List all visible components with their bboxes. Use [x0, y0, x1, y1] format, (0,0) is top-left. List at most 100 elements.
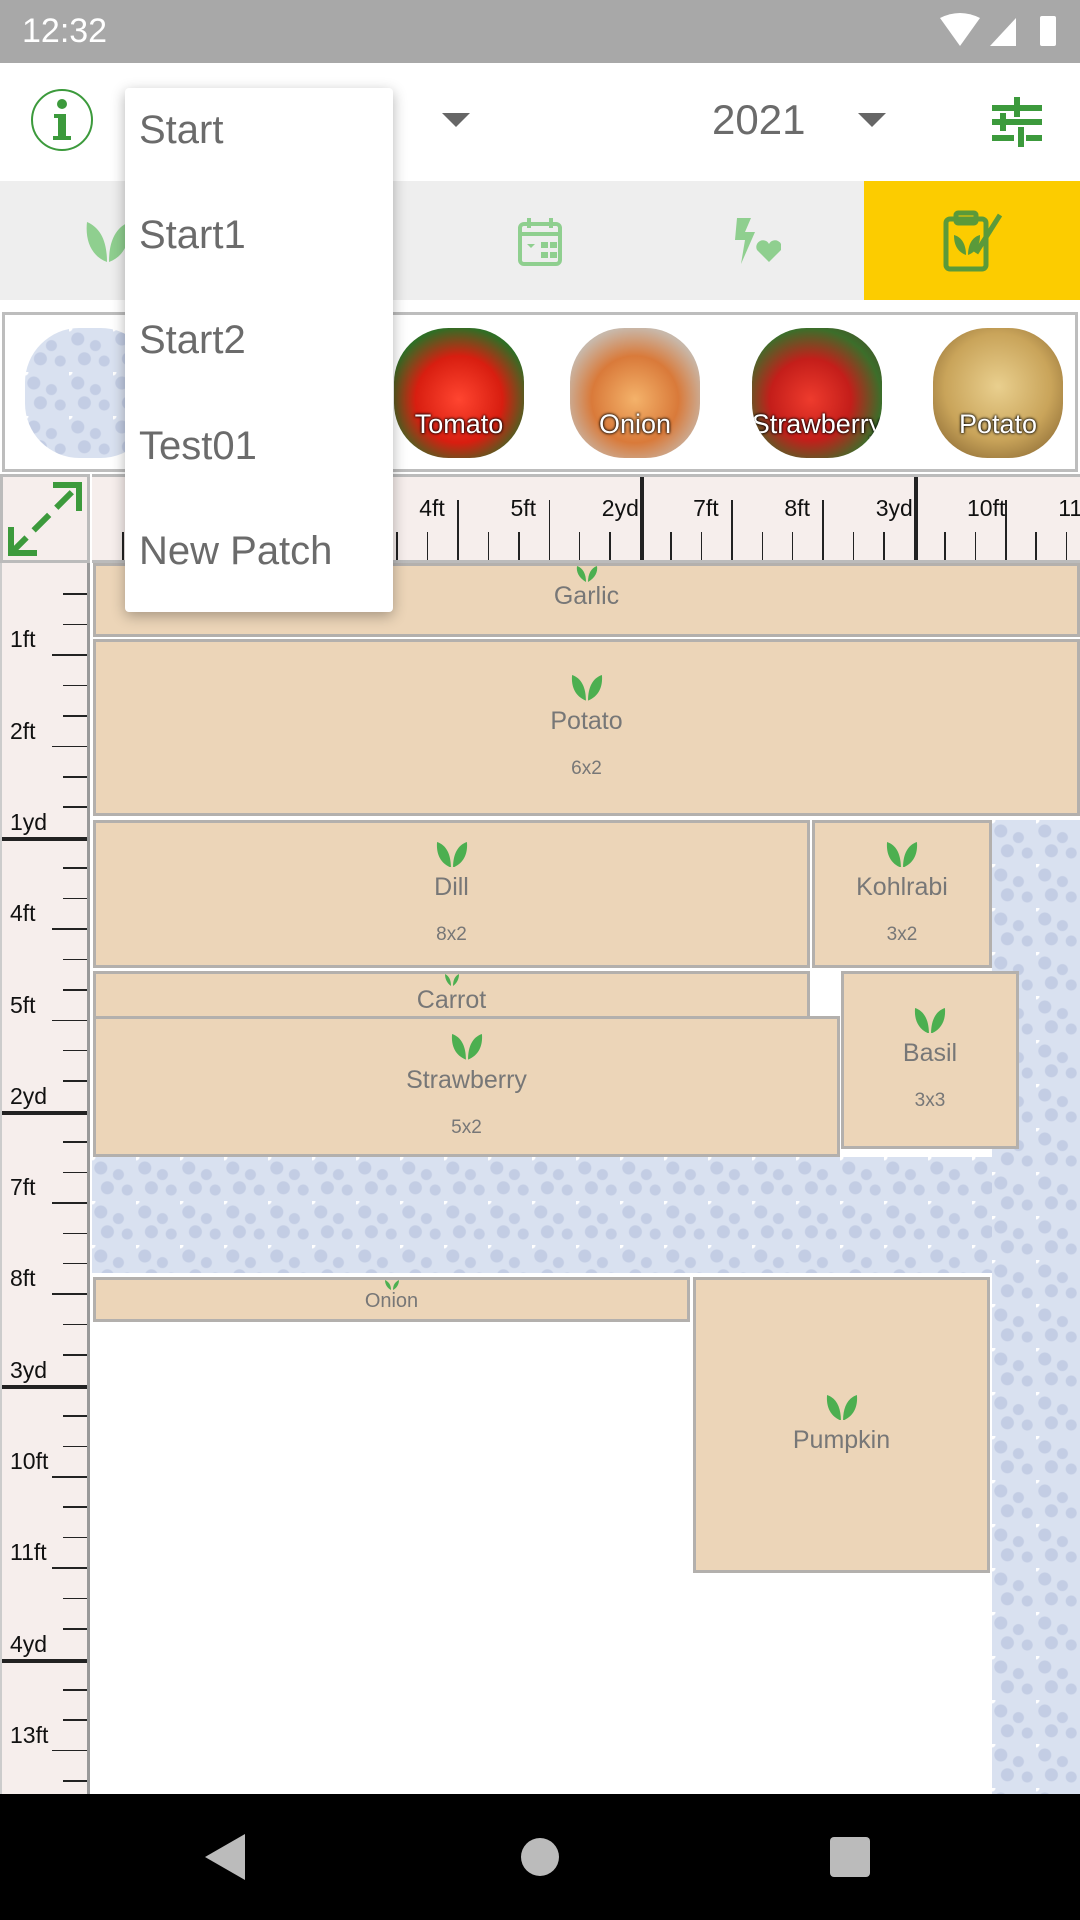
- status-icons: [940, 13, 1056, 46]
- leaf-icon: [826, 1394, 857, 1421]
- left-ruler: 1ft 2ft 1yd 4ft 5ft 2yd 7ft 8ft 3yd 10ft 11ft 4yd 13…: [0, 563, 90, 1794]
- patch-onion[interactable]: Onion: [93, 1277, 690, 1322]
- ruler-tick: [518, 532, 520, 560]
- ruler-label: 10ft: [967, 495, 1006, 521]
- leaf-icon: [444, 974, 459, 986]
- ruler-label: 3yd: [875, 495, 913, 521]
- leaf-icon: [571, 675, 602, 701]
- plant-item-onion[interactable]: Onion: [570, 328, 700, 458]
- settings-sliders-icon[interactable]: [992, 97, 1042, 147]
- ruler-label: 10ft: [10, 1448, 49, 1474]
- ruler-tick: [63, 1719, 87, 1721]
- ruler-tick: [52, 1202, 87, 1204]
- path-horizontal[interactable]: [92, 1157, 1047, 1273]
- path-vertical[interactable]: [992, 820, 1080, 1794]
- ruler-tick: [913, 477, 918, 560]
- ruler-tick: [63, 897, 87, 900]
- ruler-label: 11: [1058, 495, 1080, 521]
- ruler-tick: [63, 1171, 87, 1174]
- tab-lightning-heart[interactable]: [648, 181, 864, 300]
- ruler-label: 4ft: [419, 495, 445, 521]
- ruler-tick: [63, 1232, 87, 1235]
- clipboard-check-icon: [943, 210, 1003, 271]
- ruler-tick: [1035, 532, 1037, 560]
- leaf-icon: [384, 1280, 399, 1290]
- ruler-label: 8ft: [10, 1265, 36, 1292]
- patch-size: 8x2: [436, 924, 467, 946]
- ruler-tick: [2, 836, 87, 841]
- leaf-icon: [451, 1034, 482, 1060]
- tab-calendar[interactable]: [432, 181, 648, 300]
- patch-kohlrabi[interactable]: Kohlrabi 3x2: [812, 820, 992, 968]
- ruler-tick: [63, 1049, 87, 1052]
- ruler-label: 3yd: [10, 1356, 48, 1383]
- ruler-tick: [63, 1506, 87, 1508]
- patch-dropdown-menu: Start Start1 Start2 Test01 New Patch: [125, 88, 393, 612]
- plant-item-potato[interactable]: Potato: [933, 328, 1063, 458]
- ruler-label: 5ft: [510, 495, 537, 521]
- ruler-tick: [63, 593, 87, 595]
- ruler-label: 1ft: [10, 626, 36, 653]
- patch-potato[interactable]: Potato 6x2: [93, 639, 1080, 816]
- battery-icon: [1040, 16, 1056, 46]
- ruler-tick: [883, 532, 885, 560]
- patch-basil[interactable]: Basil 3x3: [841, 971, 1019, 1149]
- patch-dropdown-arrow-icon[interactable]: [442, 113, 470, 129]
- patch-strawberry[interactable]: Strawberry 5x2: [93, 1016, 840, 1157]
- dropdown-item-start2[interactable]: Start2: [139, 318, 246, 363]
- year-dropdown-arrow-icon[interactable]: [858, 113, 886, 129]
- ruler-tick: [700, 532, 703, 560]
- patch-size: 3x2: [886, 924, 918, 946]
- ruler-label: 13ft: [10, 1721, 49, 1748]
- dropdown-item-test01[interactable]: Test01: [139, 424, 257, 469]
- patch-name: Pumpkin: [792, 1426, 891, 1455]
- ruler-tick: [63, 1262, 87, 1265]
- patch-size: 3x3: [914, 1090, 946, 1112]
- patch-carrot[interactable]: Carrot: [93, 971, 810, 1019]
- ruler-tick: [63, 867, 87, 869]
- ruler-tick: [791, 532, 794, 560]
- leaf-icon: [886, 841, 918, 868]
- leaf-icon: [914, 1007, 946, 1034]
- ruler-tick: [52, 745, 87, 748]
- patch-pumpkin[interactable]: Pumpkin: [693, 1277, 990, 1573]
- patch-size: 6x2: [571, 757, 602, 779]
- ruler-tick: [426, 532, 429, 560]
- ruler-tick: [63, 806, 87, 808]
- info-icon[interactable]: [30, 88, 94, 152]
- navigation-bar: [0, 1794, 1080, 1920]
- patch-name: Strawberry: [406, 1065, 527, 1094]
- dropdown-item-start[interactable]: Start: [139, 108, 223, 153]
- ruler-label: 11ft: [10, 1539, 47, 1566]
- patch-size: 5x2: [451, 1116, 482, 1138]
- calendar-icon: [518, 217, 562, 266]
- ruler-tick: [822, 500, 824, 560]
- patch-name: Potato: [550, 706, 623, 735]
- ruler-tick: [396, 532, 398, 560]
- plant-item-strawberry[interactable]: Strawberry: [752, 328, 882, 458]
- ruler-tick: [63, 1080, 87, 1082]
- recents-icon[interactable]: [830, 1837, 870, 1877]
- back-icon[interactable]: [205, 1834, 245, 1880]
- ruler-tick: [52, 1293, 87, 1295]
- ruler-tick: [639, 477, 644, 560]
- dropdown-item-start1[interactable]: Start1: [139, 213, 246, 258]
- ruler-tick: [52, 654, 87, 656]
- ruler-tick: [63, 1536, 87, 1539]
- ruler-tick: [487, 532, 490, 560]
- ruler-label: 2yd: [601, 495, 639, 521]
- ruler-tick: [944, 532, 946, 560]
- year-selector[interactable]: 2021: [712, 96, 805, 144]
- fit-to-screen-button[interactable]: [0, 474, 90, 563]
- garden-canvas[interactable]: Garlic Potato 6x2 Dill 8x2 Kohlrabi 3x2 Car…: [92, 563, 1080, 1794]
- plant-item-tomato[interactable]: Tomato: [394, 328, 524, 458]
- ruler-tick: [2, 1384, 87, 1389]
- patch-dill[interactable]: Dill 8x2: [93, 820, 810, 968]
- ruler-label: 7ft: [693, 495, 719, 521]
- home-icon[interactable]: [520, 1837, 560, 1877]
- dropdown-item-new-patch[interactable]: New Patch: [139, 529, 332, 574]
- tab-clipboard[interactable]: [864, 181, 1080, 300]
- ruler-tick: [2, 1110, 87, 1115]
- ruler-tick: [52, 1019, 87, 1021]
- wifi-icon: [940, 13, 980, 46]
